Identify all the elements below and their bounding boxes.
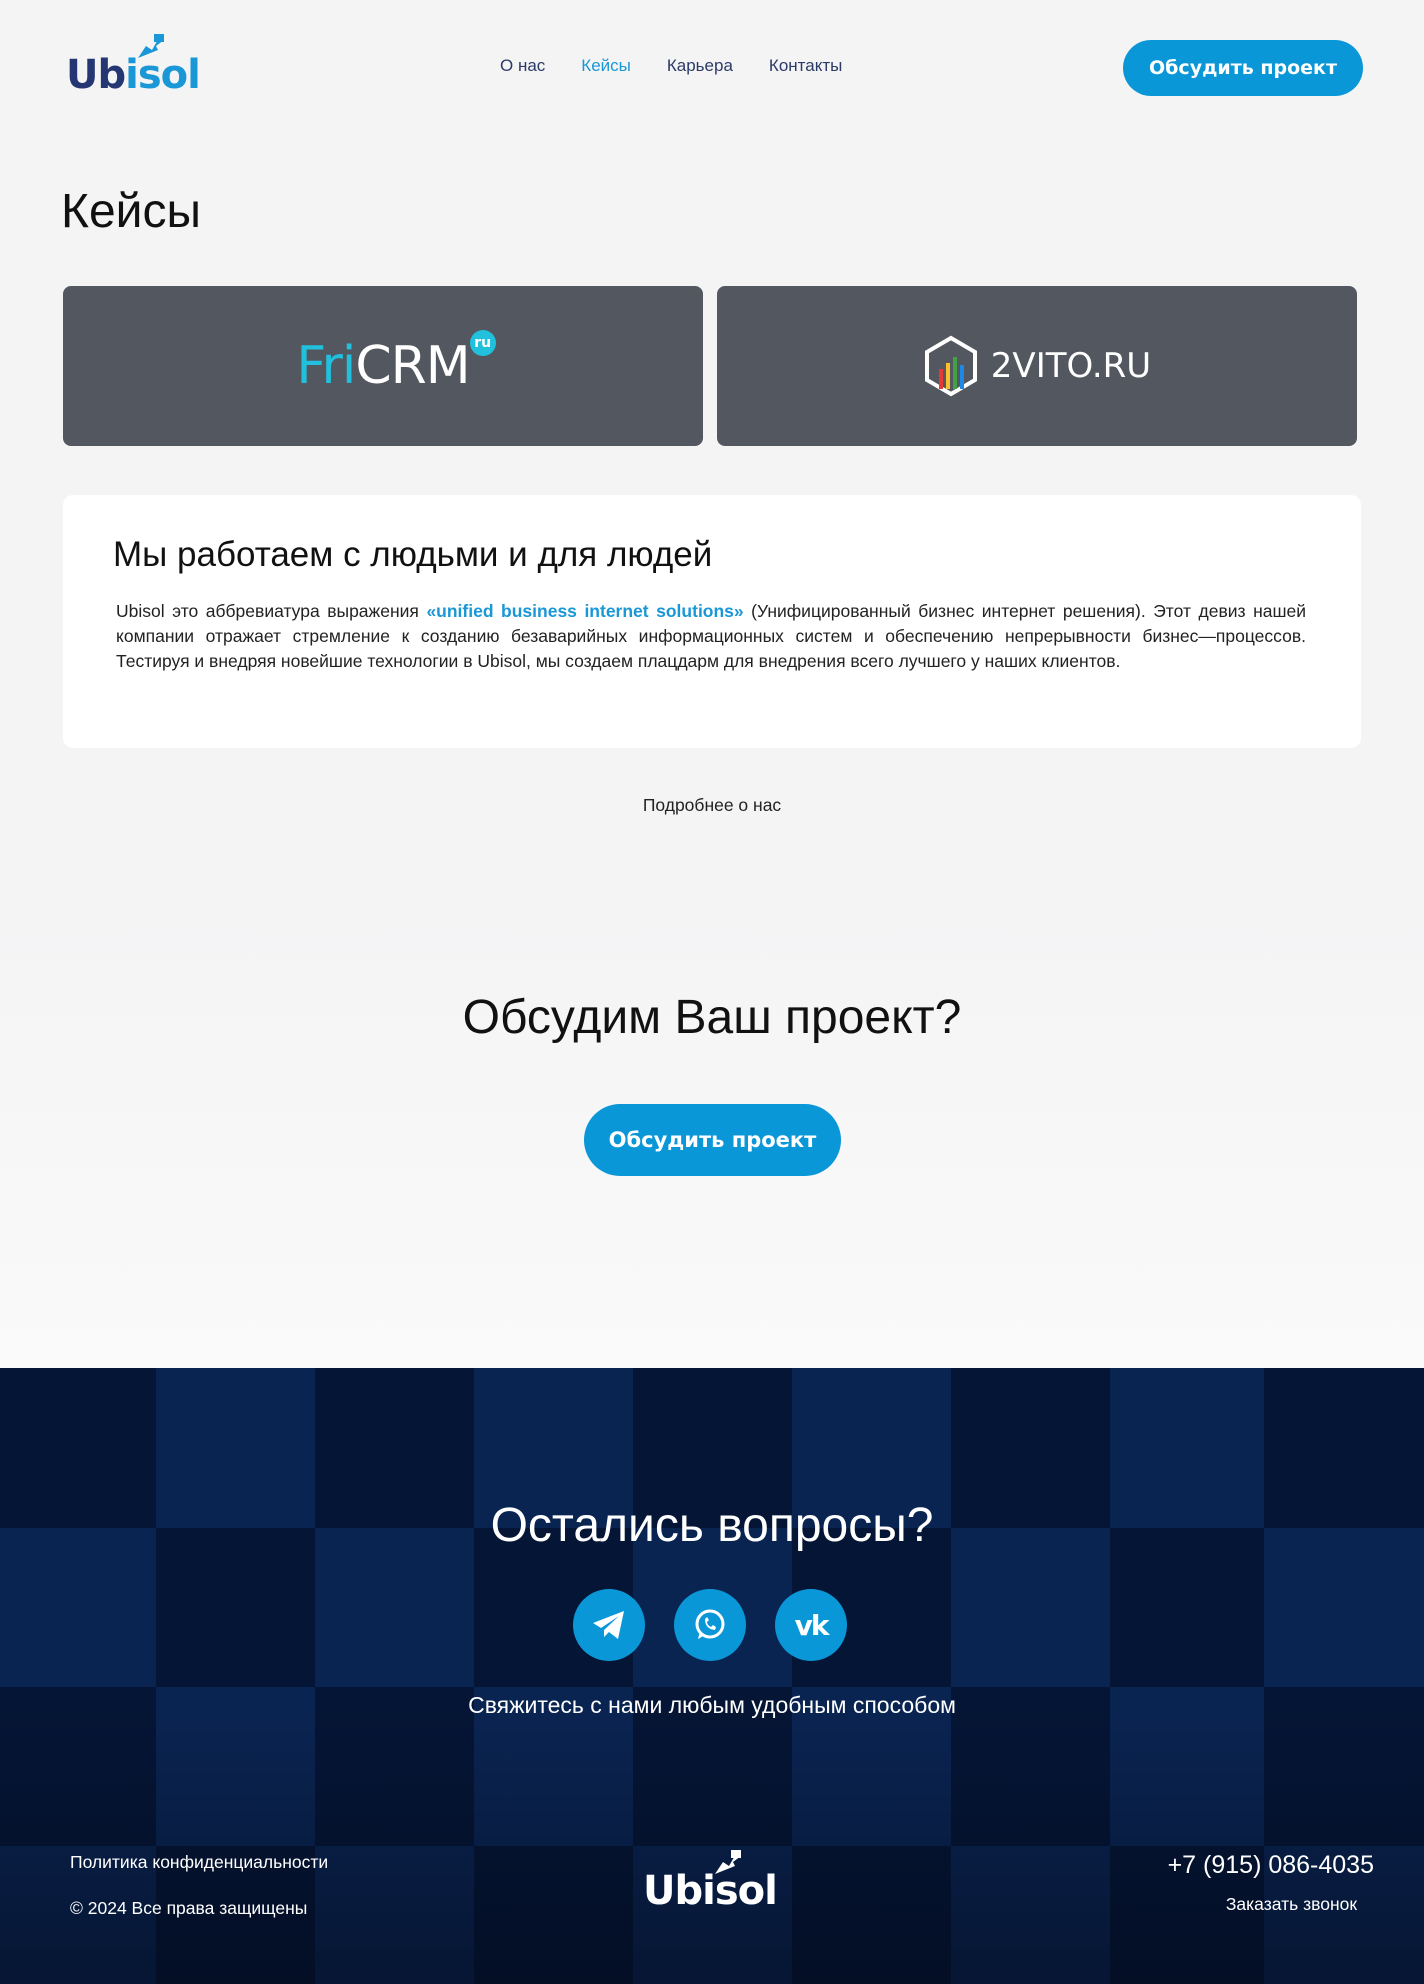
about-title: Мы работаем с людьми и для людей	[113, 535, 713, 574]
about-card: Мы работаем с людьми и для людей Ubisol …	[63, 495, 1361, 748]
logo-text: Ubisol	[66, 52, 201, 98]
phone-link[interactable]: +7 (915) 086-4035	[1168, 1851, 1374, 1880]
footer-logo[interactable]: Ubisol	[643, 1846, 783, 1916]
header: Ubisol О нас Кейсы Карьера Контакты Обсу…	[0, 0, 1424, 140]
page-title: Кейсы	[61, 185, 201, 238]
more-about-link[interactable]: Подробнее о нас	[0, 795, 1424, 816]
cta-title: Обсудим Ваш проект?	[462, 991, 962, 1044]
privacy-policy-link[interactable]: Политика конфиденциальности	[70, 1852, 328, 1873]
main-nav: О нас Кейсы Карьера Контакты	[500, 56, 842, 76]
2vito-logo: 2VITO.RU	[923, 335, 1151, 397]
case-card-2vito[interactable]: 2VITO.RU	[717, 286, 1357, 446]
nav-item-about[interactable]: О нас	[500, 56, 545, 76]
logo[interactable]: Ubisol	[66, 30, 206, 100]
vk-link[interactable]: vk	[775, 1589, 847, 1661]
footer-subtitle: Свяжитесь с нами любым удобным способом	[468, 1692, 956, 1718]
nav-item-career[interactable]: Карьера	[667, 56, 733, 76]
telegram-link[interactable]	[573, 1589, 645, 1661]
case-card-fricrm[interactable]: FriCRM ru	[63, 286, 703, 446]
footer-title: Остались вопросы?	[490, 1499, 934, 1552]
ru-badge: ru	[469, 330, 496, 356]
about-text: Ubisol это аббревиатура выражения «unifi…	[116, 601, 1307, 671]
cta-discuss-project-button[interactable]: Обсудить проект	[584, 1104, 841, 1176]
footer: Остались вопросы? vk Свяжитесь с нами лю…	[0, 1368, 1424, 1984]
social-links: vk	[573, 1589, 847, 1661]
whatsapp-icon	[695, 1609, 725, 1639]
vk-icon: vk	[794, 1608, 830, 1642]
copyright: © 2024 Все права защищены	[70, 1898, 308, 1918]
telegram-icon	[593, 1611, 624, 1639]
about-highlight: «unified business internet solutions»	[426, 601, 744, 621]
fricrm-logo: FriCRM ru	[296, 330, 496, 396]
whatsapp-link[interactable]	[674, 1589, 746, 1661]
logo-text: Ubisol	[643, 1868, 778, 1914]
nav-item-contacts[interactable]: Контакты	[769, 56, 842, 76]
request-callback-link[interactable]: Заказать звонок	[1226, 1894, 1357, 1915]
2vito-hexagon-icon	[924, 335, 977, 397]
discuss-project-button[interactable]: Обсудить проект	[1123, 40, 1363, 96]
nav-item-cases[interactable]: Кейсы	[581, 56, 631, 76]
